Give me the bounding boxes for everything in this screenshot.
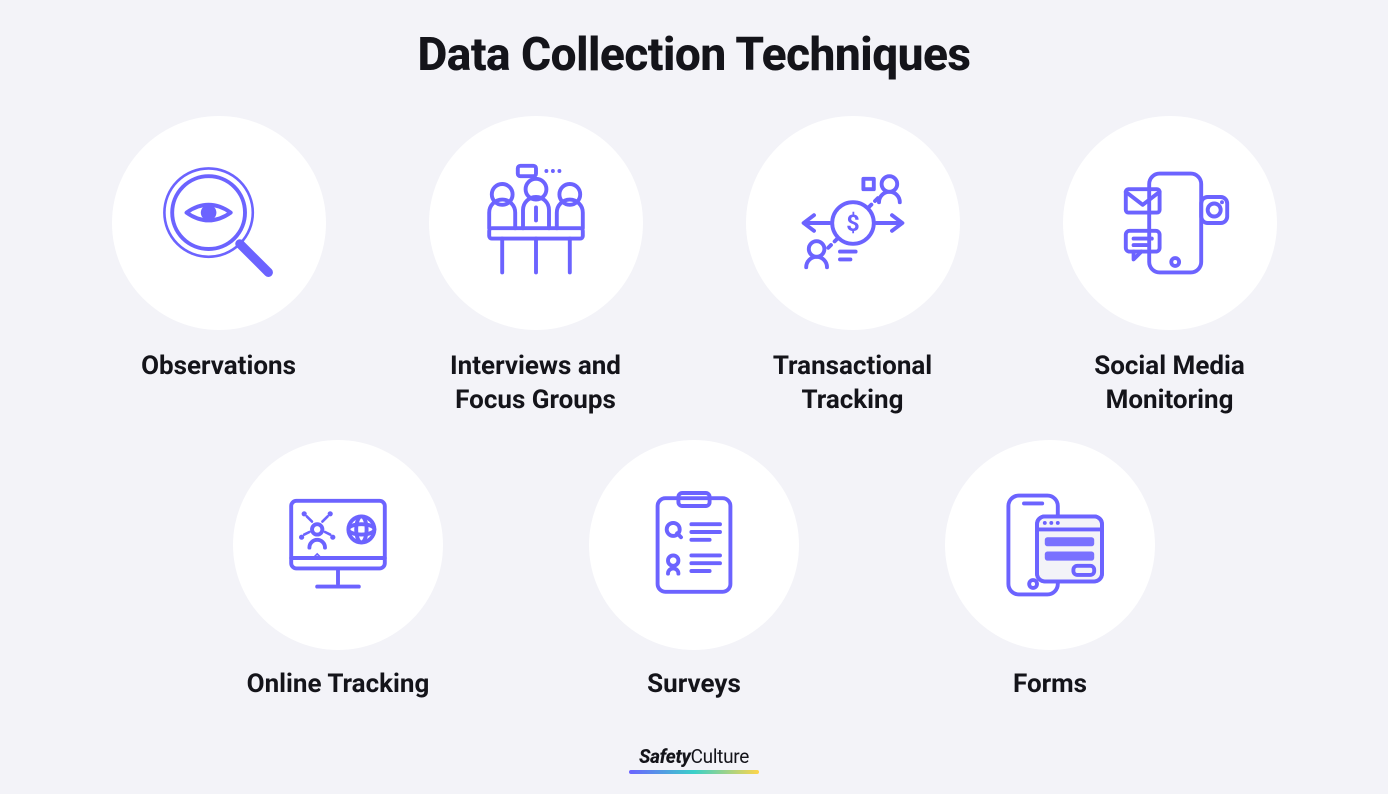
diagram-canvas: Data Collection Techniques Observations <box>0 0 1388 794</box>
observations-icon <box>112 116 326 330</box>
item-transactional: $ <box>694 116 1011 418</box>
brand-part2: Culture <box>691 745 749 768</box>
row-1: Observations <box>60 116 1328 418</box>
brand-logo: SafetyCulture <box>639 745 749 768</box>
online-tracking-icon <box>233 440 443 650</box>
item-focus-groups: Interviews and Focus Groups <box>377 116 694 418</box>
row-2: Online Tracking <box>60 440 1328 702</box>
item-label: Transactional Tracking <box>773 350 932 418</box>
brand-footer: SafetyCulture <box>629 745 759 774</box>
svg-text:$: $ <box>846 209 859 237</box>
item-label: Social Media Monitoring <box>1094 350 1245 418</box>
forms-icon <box>945 440 1155 650</box>
item-label: Surveys <box>647 668 741 702</box>
item-online-tracking: Online Tracking <box>160 440 516 702</box>
item-label: Interviews and Focus Groups <box>450 350 621 418</box>
social-media-icon <box>1063 116 1277 330</box>
item-label: Observations <box>141 350 296 384</box>
surveys-icon <box>589 440 799 650</box>
item-surveys: Surveys <box>516 440 872 702</box>
brand-part1: Safety <box>639 745 691 768</box>
item-forms: Forms <box>872 440 1228 702</box>
item-social-media: Social Media Monitoring <box>1011 116 1328 418</box>
item-observations: Observations <box>60 116 377 418</box>
brand-underline <box>629 770 759 774</box>
transactional-icon: $ <box>746 116 960 330</box>
focus-groups-icon <box>429 116 643 330</box>
item-label: Online Tracking <box>247 668 430 702</box>
page-title: Data Collection Techniques <box>417 28 970 82</box>
item-label: Forms <box>1013 668 1087 702</box>
